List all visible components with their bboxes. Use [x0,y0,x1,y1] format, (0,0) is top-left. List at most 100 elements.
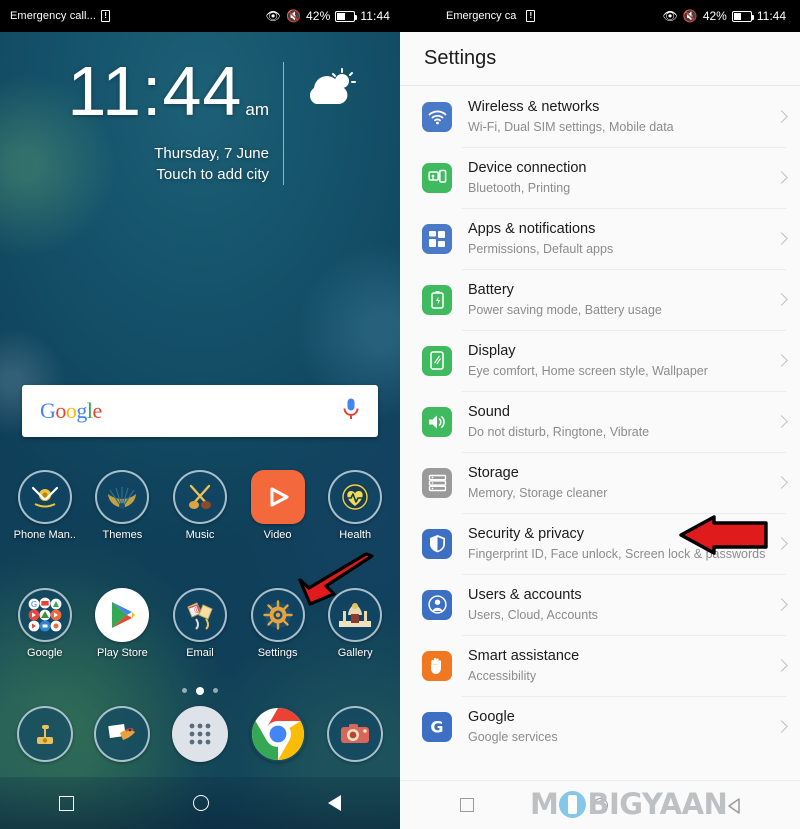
chevron-right-icon [775,171,788,184]
recents-square-icon[interactable] [459,798,474,812]
email-icon: @ [172,588,227,642]
google-logo: Google [40,398,102,423]
item-subtitle: Bluetooth, Printing [468,180,571,195]
app-email[interactable]: @ Email [164,588,236,660]
settings-item-storage[interactable]: Storage Memory, Storage cleaner [400,452,800,513]
settings-item-sound[interactable]: Sound Do not disturb, Ringtone, Vibrate [400,391,800,452]
battery-icon [335,10,358,22]
chevron-right-icon [775,476,788,489]
item-subtitle: Google services [468,729,558,744]
red-arrow-icon [292,552,378,619]
dock-chrome[interactable] [242,706,314,762]
widget-clock-time: 11:44 am [24,56,269,143]
partly-cloudy-icon [284,58,376,112]
widget-add-city-hint: Touch to add city [156,166,269,183]
widget-date: Thursday, 7 June [154,145,269,162]
settings-item-wireless-networks[interactable]: Wireless & networks Wi-Fi, Dual SIM sett… [400,86,800,147]
app-phone-manager[interactable]: Phone Man.. [9,470,81,542]
app-music[interactable]: Music [164,470,236,542]
hand-icon [422,650,452,681]
app-label: Play Store [97,647,148,659]
home-circle-icon[interactable] [592,797,608,813]
settings-item-smart-assistance[interactable]: Smart assistance Accessibility [400,635,800,696]
app-label: Settings [257,647,298,659]
app-label: Email [186,647,214,659]
item-title: Battery [468,281,514,298]
app-label: Music [185,529,215,541]
home-circle-icon[interactable] [192,795,209,811]
svg-text:G: G [31,600,37,609]
home-dock [0,706,400,762]
settings-item-users-accounts[interactable]: Users & accounts Users, Cloud, Accounts [400,574,800,635]
battery-percent-label: 42% [306,9,331,23]
dialer-icon [16,706,73,762]
settings-list: Wireless & networks Wi-Fi, Dual SIM sett… [400,86,800,757]
back-triangle-icon[interactable] [727,798,741,814]
chevron-right-icon [775,293,788,306]
app-google-folder[interactable]: G Google [9,588,81,660]
app-label: Themes [102,529,143,541]
item-subtitle: Do not disturb, Ringtone, Vibrate [468,424,650,439]
settings-navigation-bar [400,780,800,829]
battery-icon [731,10,754,22]
settings-item-battery[interactable]: Battery Power saving mode, Battery usage [400,269,800,330]
recents-square-icon[interactable] [59,795,75,811]
settings-status-bar: Emergency ca 👁 🔇 42% 11:44 [400,0,800,32]
item-subtitle: Accessibility [468,668,537,683]
settings-item-display[interactable]: Display Eye comfort, Home screen style, … [400,330,800,391]
dock-messages[interactable] [86,706,158,762]
page-dot[interactable] [213,688,218,693]
page-dot[interactable] [182,688,187,693]
app-play-store[interactable]: Play Store [86,588,158,660]
music-icon [172,470,227,524]
dual-screenshot: Emergency call... 👁 🔇 42% 11:44 11:44am … [0,0,800,829]
app-label: Video [263,529,292,541]
video-icon [250,470,305,524]
dock-app-drawer[interactable] [164,706,236,762]
clock-weather-widget[interactable]: 11:44 am Thursday, 7 June Touch to add ci… [0,56,400,185]
item-title: Storage [468,464,519,481]
sim-card-alert-icon [101,10,111,22]
wifi-icon [422,101,452,132]
item-title: Display [468,342,516,359]
app-label: Health [339,529,372,541]
app-themes[interactable]: Themes [86,470,158,542]
carrier-label: Emergency call... [10,10,97,22]
app-health[interactable]: Health [319,470,391,542]
settings-item-google[interactable]: G Google Google services [400,696,800,757]
play-store-icon [95,588,150,642]
settings-screen: Emergency ca 👁 🔇 42% 11:44 Settings [400,0,800,829]
messages-icon [94,706,151,762]
page-dot-active[interactable] [196,686,204,695]
red-arrow-icon [678,515,770,566]
chevron-right-icon [775,232,788,245]
google-search-bar[interactable]: Google [22,385,378,437]
battery-icon [422,284,452,315]
app-row-1: Phone Man.. Themes Music Video Health [0,470,400,542]
item-title: Apps & notifications [468,220,596,237]
widget-ampm: am [245,100,269,119]
status-clock: 11:44 [360,9,390,23]
settings-item-apps-notifications[interactable]: Apps & notifications Permissions, Defaul… [400,208,800,269]
app-video[interactable]: Video [242,470,314,542]
item-subtitle: Memory, Storage cleaner [468,485,608,500]
dock-phone[interactable] [9,706,81,762]
app-label: Phone Man.. [13,529,76,541]
status-clock: 11:44 [756,9,786,23]
health-icon [328,470,383,524]
dock-camera[interactable] [319,706,391,762]
apps-grid-icon [422,223,452,254]
themes-icon [95,470,150,524]
chevron-right-icon [775,598,788,611]
user-account-icon [422,589,452,620]
item-subtitle: Power saving mode, Battery usage [468,302,662,317]
battery-percent-label: 42% [702,9,727,23]
settings-item-device-connection[interactable]: Device connection Bluetooth, Printing [400,147,800,208]
microphone-icon[interactable] [342,397,360,426]
mute-icon: 🔇 [682,9,698,23]
item-title: Wireless & networks [468,98,600,115]
google-folder-icon: G [17,588,72,642]
back-triangle-icon[interactable] [327,795,341,811]
app-label: Gallery [337,647,373,659]
camera-icon [327,706,384,762]
